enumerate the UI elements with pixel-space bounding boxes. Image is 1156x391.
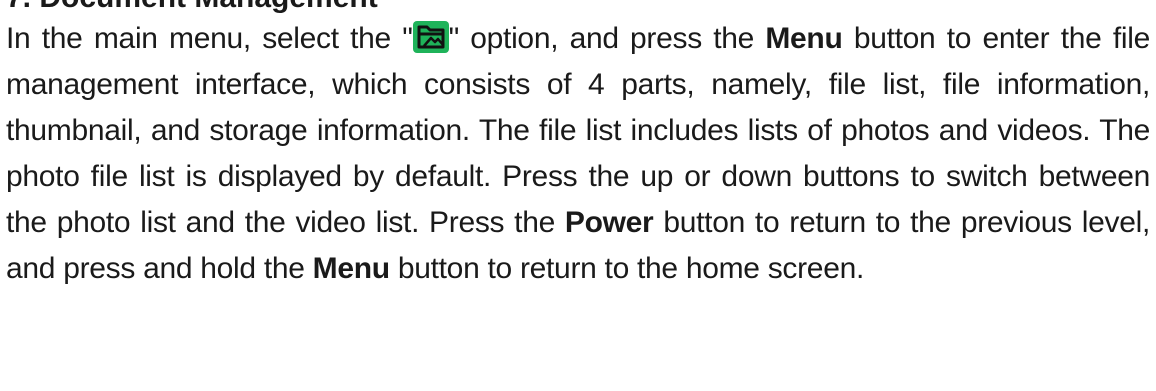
section-heading: 7. Document Management: [6, 0, 378, 16]
folder-image-icon: [412, 21, 449, 53]
text-run-2: " option, and press the: [448, 22, 766, 55]
power-button-label: Power: [564, 206, 654, 239]
instruction-paragraph: In the main menu, select the " " option, …: [6, 16, 1150, 292]
text-run-5: button to return to the home screen.: [389, 252, 865, 285]
text-run-1: In the main menu, select the ": [6, 22, 413, 55]
menu-button-label-2: Menu: [312, 252, 390, 285]
menu-button-label: Menu: [765, 22, 843, 55]
